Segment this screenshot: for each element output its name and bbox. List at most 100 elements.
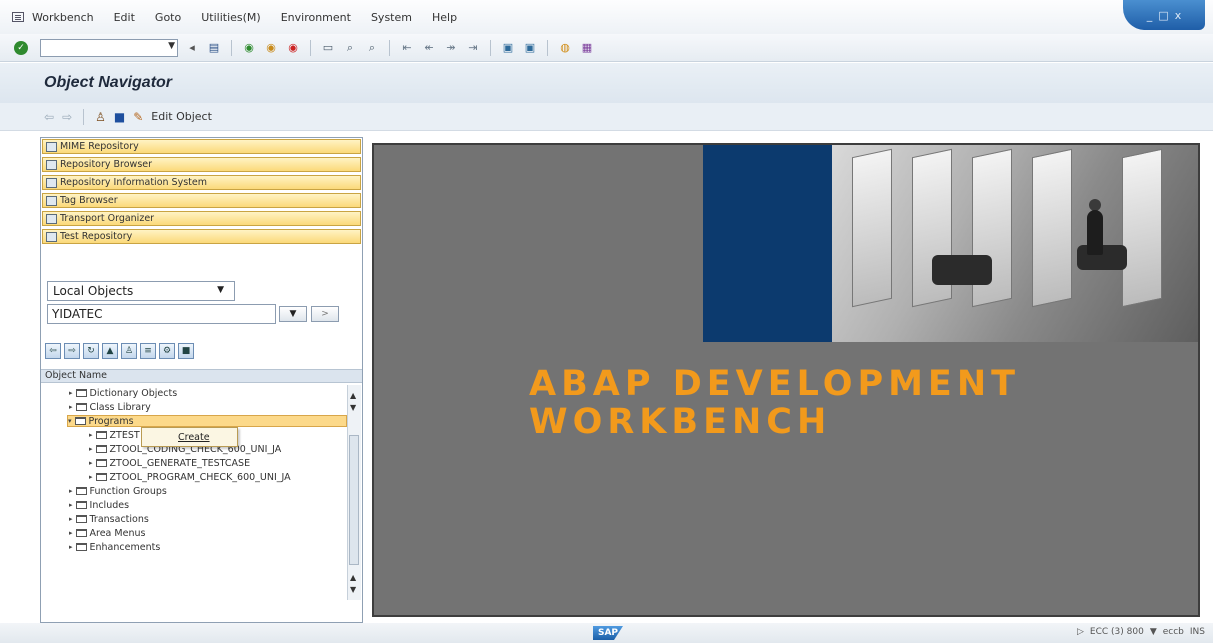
maximize-button[interactable]: □ — [1158, 9, 1168, 22]
nav-tag-browser[interactable]: Tag Browser — [42, 193, 361, 208]
edit-object-icon[interactable]: ✎ — [133, 110, 143, 124]
nav-repository-info-system[interactable]: Repository Information System — [42, 175, 361, 190]
status-chevron-down-icon[interactable]: ▼ — [1150, 627, 1157, 637]
edit-object-button[interactable]: Edit Object — [151, 110, 212, 123]
standard-toolbar: ✓ ▼ ◂ ▤ ◉ ◉ ◉ ▭ ⌕ ⌕ ⇤ ↞ ↠ ⇥ ▣ ▣ ◍ ▦ — [0, 34, 1213, 62]
bullet-icon: ▸ — [89, 473, 93, 481]
tree-item-includes[interactable]: ▸ Includes — [69, 499, 129, 511]
application-toolbar: ⇦ ⇨ ♙ ■ ✎ Edit Object — [0, 103, 1213, 131]
status-system[interactable]: ECC (3) 800 — [1090, 627, 1144, 637]
scroll-down-icon[interactable]: ▼ — [350, 585, 356, 594]
minimize-button[interactable]: _ — [1147, 9, 1153, 22]
forward-arrow-icon[interactable]: ⇨ — [62, 110, 72, 124]
tree-item-ztest[interactable]: ▸ ZTEST — [89, 429, 140, 441]
last-page-icon[interactable]: ⇥ — [465, 40, 481, 56]
bullet-icon: ▸ — [69, 529, 73, 537]
command-input[interactable] — [41, 39, 159, 56]
chevron-down-icon[interactable]: ▼ — [168, 41, 175, 51]
tree-collapse-icon[interactable]: ▲ — [102, 343, 118, 359]
bullet-icon: ▸ — [69, 403, 73, 411]
object-type-select[interactable]: Local Objects ▼ — [47, 281, 235, 301]
nav-label: Repository Information System — [60, 177, 207, 188]
tree-refresh-icon[interactable]: ↻ — [83, 343, 99, 359]
menu-icon[interactable] — [12, 12, 24, 22]
test-icon — [46, 231, 57, 242]
display-button[interactable]: > — [311, 306, 339, 322]
exit-icon[interactable]: ◉ — [263, 40, 279, 56]
bullet-icon: ▸ — [69, 515, 73, 523]
welcome-banner: ABAP DEVELOPMENT WORKBENCH — [372, 143, 1200, 617]
back-arrow-icon[interactable]: ⇦ — [44, 110, 54, 124]
menu-workbench[interactable]: Workbench — [32, 11, 94, 24]
separator — [490, 39, 491, 56]
menu-utilities[interactable]: Utilities(M) — [201, 11, 260, 24]
folder-icon — [95, 431, 107, 439]
scroll-thumb[interactable] — [349, 435, 359, 565]
tree-toolbar: ⇦ ⇨ ↻ ▲ ♙ ≡ ⚙ ■ — [45, 343, 194, 361]
menu-environment[interactable]: Environment — [281, 11, 351, 24]
menu-help[interactable]: Help — [432, 11, 457, 24]
tree-hierarchy-icon[interactable]: ♙ — [121, 343, 137, 359]
status-play-icon[interactable]: ▷ — [1077, 627, 1084, 637]
folder-icon — [95, 459, 107, 467]
tree-item-programs[interactable]: ▾ Programs — [67, 415, 347, 427]
tree-item-enhancements[interactable]: ▸ Enhancements — [69, 541, 160, 553]
prev-page-icon[interactable]: ↞ — [421, 40, 437, 56]
save-icon[interactable]: ▤ — [206, 40, 222, 56]
nav-mime-repository[interactable]: MIME Repository — [42, 139, 361, 154]
find-next-icon[interactable]: ⌕ — [364, 40, 380, 56]
tree-item-ztool-generate-testcase[interactable]: ▸ ZTOOL_GENERATE_TESTCASE — [89, 457, 250, 469]
tree-settings-icon[interactable]: ⚙ — [159, 343, 175, 359]
banner-line-2: WORKBENCH — [529, 402, 832, 442]
object-name-value: YIDATEC — [52, 307, 103, 321]
tree-item-function-groups[interactable]: ▸ Function Groups — [69, 485, 167, 497]
green-back-icon[interactable]: ◉ — [241, 40, 257, 56]
scroll-up-icon[interactable]: ▲ — [350, 391, 356, 400]
info-icon[interactable]: ■ — [114, 110, 125, 124]
separator — [310, 39, 311, 56]
scroll-up-icon[interactable]: ▲ — [350, 573, 356, 582]
find-icon[interactable]: ⌕ — [342, 40, 358, 56]
nav-transport-organizer[interactable]: Transport Organizer — [42, 211, 361, 226]
bullet-icon: ▸ — [69, 543, 73, 551]
help-icon[interactable]: ◍ — [557, 40, 573, 56]
print-icon[interactable]: ▭ — [320, 40, 336, 56]
tree-item-class-library[interactable]: ▸ Class Library — [69, 401, 151, 413]
back-icon[interactable]: ◂ — [184, 40, 200, 56]
tree-item-label: ZTOOL_GENERATE_TESTCASE — [109, 457, 251, 469]
object-name-field[interactable]: YIDATEC — [47, 304, 276, 324]
menu-goto[interactable]: Goto — [155, 11, 181, 24]
cancel-icon[interactable]: ◉ — [285, 40, 301, 56]
shortcut-icon[interactable]: ▣ — [522, 40, 538, 56]
tree-item-ztool-program-check[interactable]: ▸ ZTOOL_PROGRAM_CHECK_600_UNI_JA — [89, 471, 291, 483]
nav-test-repository[interactable]: Test Repository — [42, 229, 361, 244]
tree-item-dictionary-objects[interactable]: ▸ Dictionary Objects — [69, 387, 177, 399]
tree-back-icon[interactable]: ⇦ — [45, 343, 61, 359]
nav-label: Transport Organizer — [60, 213, 155, 224]
menu-edit[interactable]: Edit — [114, 11, 135, 24]
object-tree: ▸ Dictionary Objects ▸ Class Library ▾ Prog… — [41, 385, 347, 595]
object-dropdown-button[interactable]: ▼ — [279, 306, 307, 322]
next-page-icon[interactable]: ↠ — [443, 40, 459, 56]
tree-scrollbar[interactable]: ▲ ▼ ▲ ▼ — [347, 385, 361, 600]
menu-system[interactable]: System — [371, 11, 412, 24]
nav-repository-browser[interactable]: Repository Browser — [42, 157, 361, 172]
hierarchy-icon[interactable]: ♙ — [95, 110, 106, 124]
banner-headline: ABAP DEVELOPMENT WORKBENCH — [529, 365, 1020, 441]
scroll-down-icon[interactable]: ▼ — [350, 403, 356, 412]
folder-icon — [75, 487, 87, 495]
banner-photo — [832, 145, 1198, 342]
first-page-icon[interactable]: ⇤ — [399, 40, 415, 56]
command-field[interactable]: ▼ — [40, 38, 178, 57]
new-session-icon[interactable]: ▣ — [500, 40, 516, 56]
tree-list-icon[interactable]: ≡ — [140, 343, 156, 359]
close-button[interactable]: x — [1175, 9, 1182, 22]
chevron-down-icon[interactable]: ▼ — [217, 285, 224, 295]
layout-icon[interactable]: ▦ — [579, 40, 595, 56]
tree-item-area-menus[interactable]: ▸ Area Menus — [69, 527, 145, 539]
tree-forward-icon[interactable]: ⇨ — [64, 343, 80, 359]
tree-display-icon[interactable]: ■ — [178, 343, 194, 359]
context-menu-create[interactable]: Create — [141, 427, 238, 447]
tree-item-transactions[interactable]: ▸ Transactions — [69, 513, 149, 525]
check-icon[interactable]: ✓ — [14, 40, 28, 55]
